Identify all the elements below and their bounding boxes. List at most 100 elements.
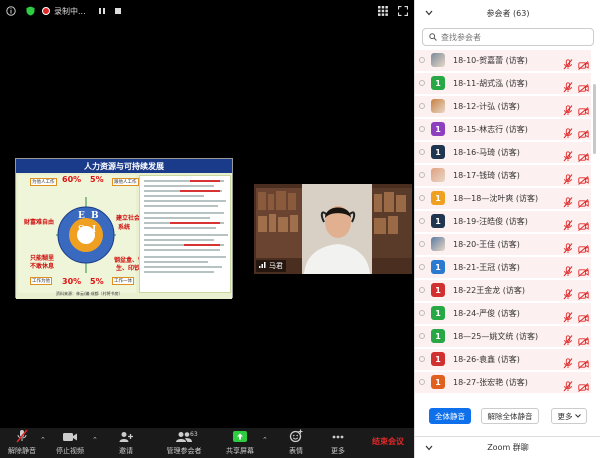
status-dot: [419, 195, 425, 201]
unmute-button[interactable]: 解除静音: [4, 428, 40, 458]
camera-off-icon[interactable]: [578, 239, 589, 258]
collapse-chevron-icon[interactable]: [425, 9, 433, 18]
share-screen-label: 共享屏幕: [226, 447, 254, 455]
signal-icon: [259, 261, 266, 270]
participant-row[interactable]: 1 18-24-严俊 (访客): [415, 303, 591, 324]
status-dot: [419, 218, 425, 224]
camera-off-icon[interactable]: [578, 55, 589, 74]
mic-muted-icon[interactable]: [563, 216, 573, 235]
pause-recording-icon[interactable]: [98, 0, 106, 22]
participant-row[interactable]: 1 18-27-张宏艳 (访客): [415, 372, 591, 393]
mic-muted-icon[interactable]: [563, 331, 573, 350]
camera-off-icon[interactable]: [578, 354, 589, 373]
avatar: 1: [431, 76, 445, 90]
participant-list: 18-10-贺嘉蕾 (访客) 1 18-11-胡式泓 (访客) 18-12-计弘 (访…: [415, 50, 600, 402]
more-dots-icon: [332, 435, 344, 439]
participant-row[interactable]: 1 18-21-王冠 (访客): [415, 257, 591, 278]
camera-off-icon[interactable]: [578, 331, 589, 350]
camera-off-icon[interactable]: [578, 216, 589, 235]
mic-muted-icon[interactable]: [563, 193, 573, 212]
camera-off-icon[interactable]: [578, 147, 589, 166]
participant-list-scrollbar[interactable]: [593, 84, 596, 154]
mic-muted-icon[interactable]: [563, 55, 573, 74]
mic-muted-icon[interactable]: [563, 285, 573, 304]
end-meeting-button[interactable]: 结束会议: [372, 436, 404, 447]
camera-off-icon[interactable]: [578, 170, 589, 189]
participant-row[interactable]: 18-17-钱琦 (访客): [415, 165, 591, 186]
participant-row[interactable]: 1 18-16-马琦 (访客): [415, 142, 591, 163]
participant-row[interactable]: 18-20-王佳 (访客): [415, 234, 591, 255]
share-screen-button[interactable]: 共享屏幕: [222, 428, 258, 458]
gallery-view-icon[interactable]: [378, 0, 388, 22]
camera-off-icon[interactable]: [578, 285, 589, 304]
participant-row[interactable]: 18-10-贺嘉蕾 (访客): [415, 50, 591, 71]
mic-muted-icon[interactable]: [563, 354, 573, 373]
mic-muted-icon[interactable]: [563, 377, 573, 396]
stop-video-button[interactable]: 停止视频: [52, 428, 88, 458]
audio-options-chevron-icon[interactable]: ⌃: [40, 436, 46, 444]
info-icon[interactable]: [6, 0, 16, 22]
participant-row[interactable]: 1 18—25—姚文统 (访客): [415, 326, 591, 347]
mute-all-button[interactable]: 全体静音: [429, 408, 471, 424]
stop-recording-icon[interactable]: [114, 0, 122, 22]
manage-participants-button[interactable]: 管理参会者: [156, 428, 212, 458]
panel-more-button[interactable]: 更多: [551, 408, 587, 424]
pct-top-right: 5%: [90, 175, 104, 184]
participant-name: 18-11-胡式泓 (访客): [453, 79, 528, 88]
avatar: 1: [431, 306, 445, 320]
ebsi-wheel-diagram: [56, 197, 116, 273]
red-right-4: 生、印钞: [116, 265, 141, 272]
red-left-3: 不敢休息: [30, 263, 55, 270]
camera-off-icon[interactable]: [578, 377, 589, 396]
avatar: 1: [431, 375, 445, 389]
more-button[interactable]: 更多: [326, 428, 350, 458]
rec-indicator[interactable]: 录制中...: [42, 0, 86, 22]
video-options-chevron-icon[interactable]: ⌃: [92, 436, 98, 444]
wheel-letter-s: S: [78, 225, 85, 235]
mic-muted-icon[interactable]: [563, 308, 573, 327]
camera-off-icon[interactable]: [578, 308, 589, 327]
tag-bottom-right: 工作一体: [112, 277, 134, 285]
chat-header[interactable]: Zoom 群聊: [415, 436, 600, 458]
camera-off-icon[interactable]: [578, 78, 589, 97]
participant-name: 18-27-张宏艳 (访客): [453, 378, 528, 387]
status-dot: [419, 310, 425, 316]
mic-muted-icon[interactable]: [563, 147, 573, 166]
participant-row[interactable]: 1 18-15-林志行 (访客): [415, 119, 591, 140]
fullscreen-icon[interactable]: [398, 0, 408, 22]
participant-row[interactable]: 18-12-计弘 (访客): [415, 96, 591, 117]
participant-row[interactable]: 1 18-26-袁鑫 (访客): [415, 349, 591, 370]
wheel-letter-b: B: [91, 211, 99, 221]
invite-button[interactable]: 邀请: [112, 428, 140, 458]
panel-actions: 全体静音 解除全体静音 更多: [415, 408, 600, 426]
mic-muted-icon[interactable]: [563, 124, 573, 143]
mic-muted-icon[interactable]: [563, 78, 573, 97]
search-input[interactable]: [441, 32, 581, 42]
unmute-all-button[interactable]: 解除全体静音: [481, 408, 539, 424]
camera-off-icon[interactable]: [578, 262, 589, 281]
camera-off-icon[interactable]: [578, 193, 589, 212]
participant-row[interactable]: 1 18—18—沈叶爽 (访客): [415, 188, 591, 209]
search-icon: [429, 33, 437, 41]
participant-search[interactable]: [422, 28, 594, 46]
red-right-2: 系统: [118, 224, 131, 231]
share-options-chevron-icon[interactable]: ⌃: [262, 436, 268, 444]
chevron-down-icon: [574, 414, 581, 418]
mic-muted-icon[interactable]: [563, 170, 573, 189]
status-dot: [419, 356, 425, 362]
mic-muted-icon[interactable]: [563, 239, 573, 258]
reactions-button[interactable]: 表情: [282, 428, 310, 458]
camera-off-icon[interactable]: [578, 124, 589, 143]
participant-row[interactable]: 1 18-22王金龙 (访客): [415, 280, 591, 301]
mic-muted-icon[interactable]: [563, 101, 573, 120]
shield-icon[interactable]: [26, 0, 35, 22]
camera-off-icon[interactable]: [578, 101, 589, 120]
participant-row[interactable]: 1 18-19-汪皓俊 (访客): [415, 211, 591, 232]
mic-muted-icon[interactable]: [563, 262, 573, 281]
speaker-video[interactable]: 马君: [254, 184, 412, 274]
camera-icon: [63, 433, 77, 441]
reactions-label: 表情: [289, 447, 303, 455]
participant-name: 18-22王金龙 (访客): [453, 286, 526, 295]
slide-body: 为他人工作 60% 5% 跟他人工作 财富难自由 只能糊里 不敢休息 建立社会 …: [16, 173, 232, 299]
participant-row[interactable]: 1 18-11-胡式泓 (访客): [415, 73, 591, 94]
